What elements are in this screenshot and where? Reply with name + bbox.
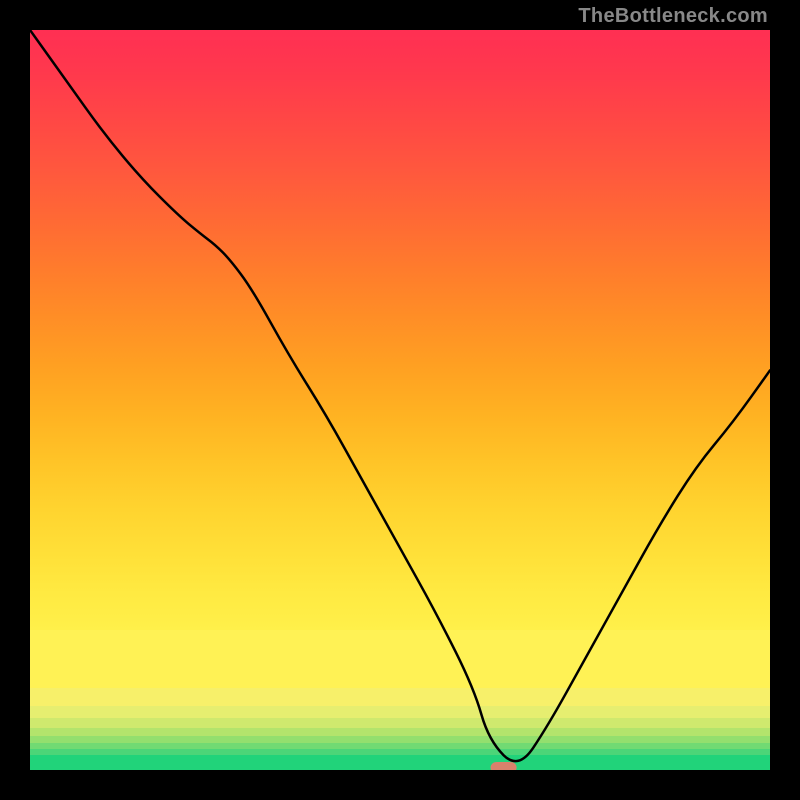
optimal-marker [491,762,517,770]
band-paleyellow [30,630,770,688]
band-green2 [30,736,770,743]
band-yellow2 [30,688,770,706]
plot-area [30,30,770,770]
gradient-main [30,30,770,630]
plot-svg [30,30,770,770]
watermark-text: TheBottleneck.com [578,5,768,28]
band-yellowgreen2 [30,718,770,728]
chart-stage: TheBottleneck.com [0,0,800,800]
band-greenbase [30,755,770,770]
band-green3 [30,743,770,749]
band-yellowgreen1 [30,706,770,718]
band-green1 [30,728,770,736]
band-green4 [30,749,770,755]
